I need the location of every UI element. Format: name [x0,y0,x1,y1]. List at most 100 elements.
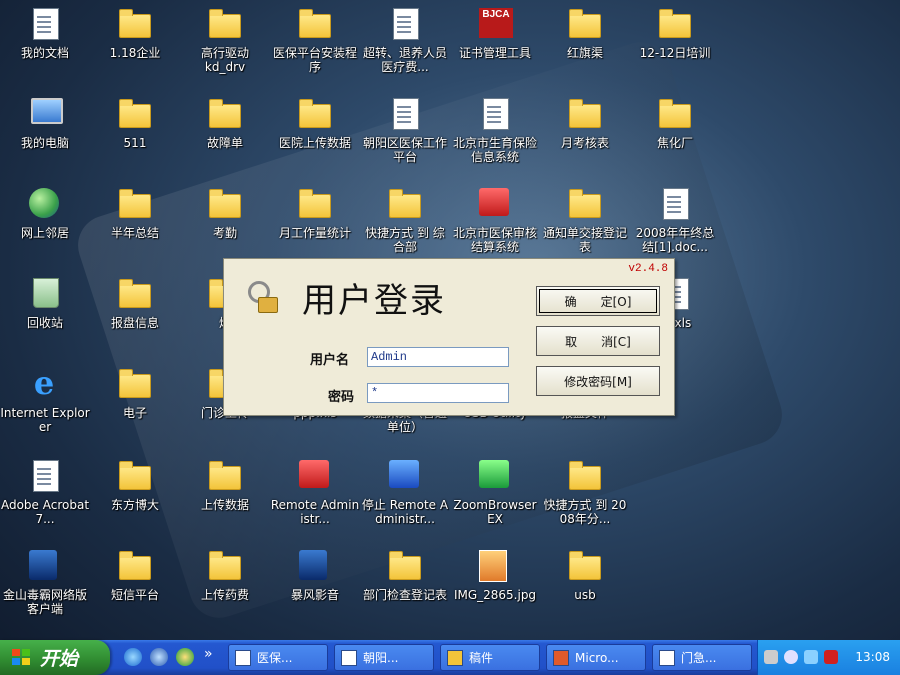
desktop-icon[interactable]: 快捷方式 到 2008年分... [540,456,630,542]
folder-icon [569,8,601,40]
desktop-icon[interactable]: e Internet Explorer [0,364,90,450]
desktop-icon-label: 我的电脑 [20,136,69,150]
desktop-icon[interactable]: 上传数据 [180,456,270,542]
desktop-icon-label: 报盘信息 [110,316,159,330]
ie-icon: e [33,364,55,402]
folder-icon [389,188,421,220]
desktop-icon-label: 通知单交接登记表 [542,226,627,254]
task-button-2[interactable]: 朝阳... [334,644,434,671]
desktop-icon[interactable]: 医保平台安装程序 [270,4,360,90]
desktop-icon[interactable]: 停止 Remote Administr... [360,456,450,542]
task-button-4[interactable]: Micro... [546,644,646,671]
desktop-icon-label: 快捷方式 到 2008年分... [543,498,627,526]
desktop-icon-label: Remote Administr... [270,498,360,526]
desktop-icon[interactable]: Adobe Acrobat 7... [0,456,90,542]
desktop-icon[interactable]: 我的电脑 [0,94,90,180]
desktop-icon[interactable]: 511 [90,94,180,180]
desktop-icon[interactable]: 电子 [90,364,180,450]
browser-quicklaunch-icon[interactable] [150,648,168,666]
desktop-icon[interactable]: 暴风影音 [270,546,360,632]
desktop-icon[interactable]: 东方博大 [90,456,180,542]
desktop-icon[interactable]: Remote Administr... [270,456,360,542]
folder-icon [119,8,151,40]
desktop-icon[interactable]: 月考核表 [540,94,630,180]
desktop-icon[interactable]: IMG_2865.jpg [450,546,540,632]
desktop-icon[interactable]: 我的文档 [0,4,90,90]
desktop-icon[interactable]: usb [540,546,630,632]
window-icon [235,649,251,666]
network-icon[interactable] [784,650,798,664]
desktop-icon[interactable]: 1.18企业 [90,4,180,90]
folder-icon [569,460,601,492]
desktop-icon-label: 511 [123,136,147,150]
desktop-icon-label: 12-12日培训 [639,46,711,60]
folder-icon [209,188,241,220]
task-button-5[interactable]: 门急... [652,644,752,671]
desktop-icon[interactable]: 上传药费 [180,546,270,632]
username-input[interactable] [367,347,509,367]
desktop-icon[interactable]: 焦化厂 [630,94,720,180]
desktop-icon-label: 考勤 [212,226,237,240]
desktop-icon[interactable]: 高行驱动 kd_drv [180,4,270,90]
folder-icon [299,8,331,40]
login-dialog: v2.4.8 用户登录 用户名 密码 确 定[O] 取 消[C] 修改密码[M] [223,258,675,416]
desktop-icon-label: 红旗渠 [566,46,603,60]
desktop-icon[interactable]: 医院上传数据 [270,94,360,180]
dialog-title: 用户登录 [302,281,446,321]
windows-flag-icon [12,648,32,667]
blue-app-icon [389,460,421,492]
desktop-icon[interactable]: 朝阳区医保工作平台 [360,94,450,180]
desktop-icon-label: 暴风影音 [290,588,339,602]
ok-button[interactable]: 确 定[O] [536,286,660,316]
media-icon [299,550,331,582]
desktop-icon[interactable]: 半年总结 [90,184,180,270]
change-password-button[interactable]: 修改密码[M] [536,366,660,396]
key-lock-icon [248,281,278,313]
ie-quicklaunch-icon[interactable] [124,648,142,666]
desktop-icon-label: 快捷方式 到 综合部 [365,226,445,254]
desktop-icon-label: 半年总结 [110,226,159,240]
desktop-icon[interactable]: 金山毒霸网络版客户端 [0,546,90,632]
desktop-icon-label: 2008年年终总结[1].doc... [635,226,715,254]
desktop-icon[interactable]: ZoomBrowser EX [450,456,540,542]
desktop-icon-label: usb [574,588,596,602]
task-button-1[interactable]: 医保... [228,644,328,671]
desktop-icon[interactable]: 红旗渠 [540,4,630,90]
desktop-icon-label: 故障单 [206,136,243,150]
desktop-icon[interactable]: 回收站 [0,274,90,360]
folder-icon [209,460,241,492]
media-quicklaunch-icon[interactable] [176,648,194,666]
desktop-icon-label: 短信平台 [110,588,159,602]
desktop-icon[interactable]: 12-12日培训 [630,4,720,90]
username-label: 用户名 [310,353,350,368]
bjca-icon: BJCA [479,8,513,40]
desktop-icon[interactable]: 北京市生育保险信息系统 [450,94,540,180]
start-button[interactable]: 开始 [0,640,110,675]
folder-icon [119,368,151,400]
green-app-icon [479,460,511,492]
desktop-icon[interactable]: 报盘信息 [90,274,180,360]
desktop-icon[interactable]: 短信平台 [90,546,180,632]
desktop-icon[interactable]: 网上邻居 [0,184,90,270]
desktop-icon[interactable]: 部门检查登记表 [360,546,450,632]
desktop-icon-label: 上传药费 [200,588,249,602]
system-tray: 13:08 [757,640,900,675]
desktop-icon[interactable]: 故障单 [180,94,270,180]
folder-icon [299,98,331,130]
volume-icon[interactable] [804,650,818,664]
password-input[interactable] [367,383,509,403]
task-button-3[interactable]: 稿件 [440,644,540,671]
desktop-icon[interactable]: 超转、退养人员医疗费... [360,4,450,90]
start-label: 开始 [40,648,79,670]
keyboard-icon[interactable] [764,650,778,664]
document-icon [29,8,61,40]
desktop-icon[interactable]: BJCA 证书管理工具 [450,4,540,90]
red-app-icon [299,460,331,492]
folder-icon [209,98,241,130]
desktop-icon-label: 北京市医保审核结算系统 [452,226,537,254]
antivirus-icon[interactable] [824,650,838,664]
cancel-button[interactable]: 取 消[C] [536,326,660,356]
desktop-icon-label: 超转、退养人员医疗费... [362,46,447,74]
folder-icon [659,8,691,40]
chevron-icon[interactable]: » [204,646,213,662]
